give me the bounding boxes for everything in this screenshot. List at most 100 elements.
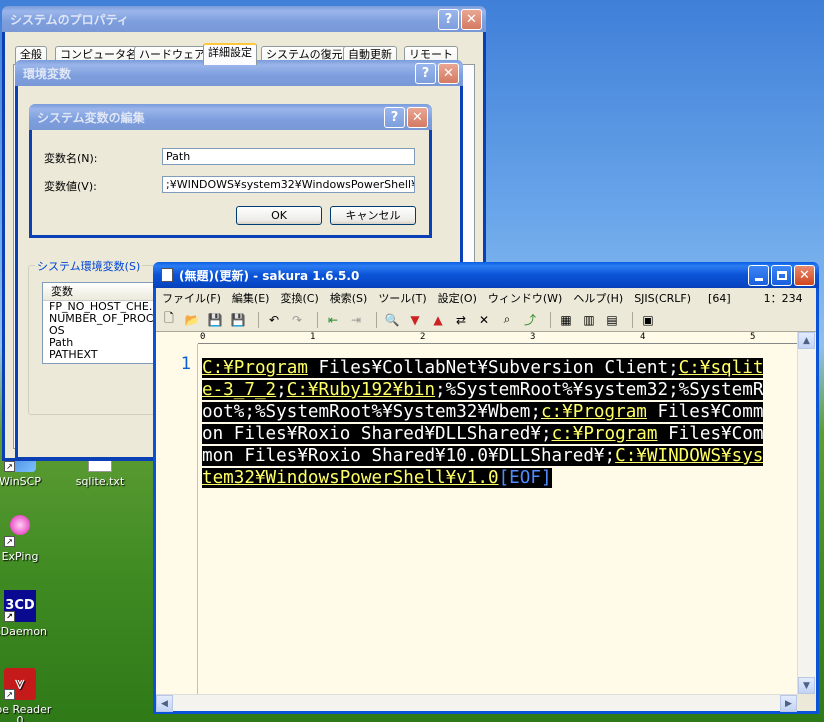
variable-name-input[interactable]: Path <box>162 148 415 165</box>
selected-text: tem32¥WindowsPowerShell¥v1.0[EOF] <box>202 468 552 488</box>
open-folder-icon[interactable]: 📂 <box>183 311 201 329</box>
menu-file[interactable]: ファイル(F) <box>162 290 221 306</box>
path-segment-link: C:¥Program <box>202 358 308 378</box>
search-down-icon[interactable]: ▼ <box>406 311 424 329</box>
close-icon: ✕ <box>412 109 423 125</box>
menu-convert[interactable]: 変換(C) <box>280 290 318 306</box>
tag-jump-icon[interactable]: ⤴ <box>521 311 539 329</box>
desktop-icon-label: sqlite.txt <box>75 475 125 488</box>
adobe-reader-icon: ⩔ ↗ <box>4 668 36 700</box>
close-button[interactable]: ✕ <box>407 106 428 128</box>
menu-window[interactable]: ウィンドウ(W) <box>488 290 562 306</box>
edit-system-variable-titlebar[interactable]: システム変数の編集 ? ✕ <box>29 104 432 130</box>
path-segment-link: e-3_7_2 <box>202 380 277 400</box>
system-properties-titlebar[interactable]: システムのプロパティ ? ✕ <box>2 6 486 32</box>
list-item[interactable]: PATHEXT <box>43 349 166 361</box>
help-icon: ? <box>444 11 453 27</box>
scroll-right-button[interactable]: ▶ <box>780 695 797 712</box>
maximize-button[interactable] <box>771 264 792 286</box>
selected-text: oot%;%SystemRoot%¥System32¥Wbem;c:¥Progr… <box>202 402 764 422</box>
cancel-button[interactable]: キャンセル <box>330 206 416 225</box>
ok-button[interactable]: OK <box>236 206 322 225</box>
new-file-icon[interactable]: 🗋 <box>160 311 178 329</box>
ruler-mark: 2 <box>420 332 426 342</box>
grep-icon[interactable]: ⌕ <box>498 311 516 329</box>
close-button[interactable]: ✕ <box>461 8 482 30</box>
code-line[interactable]: mon Files¥Roxio Shared¥10.0¥DLLShared¥;C… <box>202 445 764 467</box>
sakura-titlebar[interactable]: (無題)(更新) - sakura 1.6.5.0 ✕ <box>153 262 819 288</box>
desktop-icon-cdaemon[interactable]: 3CD↗ CDaemon <box>0 590 55 638</box>
sakura-editor-window: (無題)(更新) - sakura 1.6.5.0 ✕ ファイル(F) 編集(E… <box>153 262 819 714</box>
code-line[interactable]: tem32¥WindowsPowerShell¥v1.0[EOF] <box>202 467 763 489</box>
tab-advanced[interactable]: 詳細設定 <box>203 43 257 65</box>
desktop-icon-adobe-reader[interactable]: ⩔↗ obe Reader 0 <box>0 668 55 722</box>
selected-text: on Files¥Roxio Shared¥DLLShared¥;c:¥Prog… <box>202 424 764 444</box>
path-segment-link: C:¥WINDOWS¥sys <box>615 446 764 466</box>
minimize-button[interactable] <box>748 264 769 286</box>
close-button[interactable]: ✕ <box>794 264 815 286</box>
outline-icon[interactable]: ▦ <box>557 311 575 329</box>
jump-back-icon[interactable]: ⇤ <box>324 311 342 329</box>
notepad-icon <box>161 268 173 282</box>
close-icon: ✕ <box>466 11 477 27</box>
scroll-up-button[interactable]: ▲ <box>798 332 815 349</box>
edit-system-variable-dialog: システム変数の編集 ? ✕ 変数名(N): Path 変数値(V): ;¥WIN… <box>29 104 432 238</box>
save-icon[interactable]: 💾 <box>206 311 224 329</box>
code-text[interactable]: C:¥Program Files¥CollabNet¥Subversion Cl… <box>202 357 764 489</box>
close-button[interactable]: ✕ <box>438 62 459 84</box>
help-button[interactable]: ? <box>384 106 405 128</box>
help-button[interactable]: ? <box>438 8 459 30</box>
desktop-icon-exping[interactable]: ↗ ExPing <box>0 515 55 563</box>
desktop-icon-label: obe Reader <box>0 703 52 716</box>
column-ruler: 0 1 2 3 4 5 <box>198 332 797 344</box>
settings-icon[interactable]: ▣ <box>639 311 657 329</box>
menu-settings[interactable]: 設定(O) <box>438 290 477 306</box>
vertical-scrollbar[interactable]: ▲ ▼ <box>797 332 816 694</box>
toolbar: 🗋 📂 💾 💾 ↶ ↷ ⇤ ⇥ 🔍 ▼ ▲ ⇄ ✕ ⌕ ⤴ ▦ ▥ ▤ ▣ <box>156 308 816 332</box>
menu-help[interactable]: ヘルプ(H) <box>573 290 623 306</box>
search-icon[interactable]: 🔍 <box>383 311 401 329</box>
save-all-icon[interactable]: 💾 <box>229 311 247 329</box>
minimize-icon <box>754 277 763 281</box>
shortcut-arrow-icon: ↗ <box>4 611 15 622</box>
selected-text: C:¥Program Files¥CollabNet¥Subversion Cl… <box>202 358 764 378</box>
system-variables-list[interactable]: 変数 FP_NO_HOST_CHE... NUMBER_OF_PROC... O… <box>42 282 167 364</box>
jump-forward-icon[interactable]: ⇥ <box>347 311 365 329</box>
path-text: Files¥CollabNet¥Subversion Client; <box>307 358 679 378</box>
code-line[interactable]: e-3_7_2;C:¥Ruby192¥bin;%SystemRoot%¥syst… <box>202 379 764 401</box>
code-line[interactable]: oot%;%SystemRoot%¥System32¥Wbem;c:¥Progr… <box>202 401 764 423</box>
desktop-icon-label: CDaemon <box>0 625 48 638</box>
selected-text: mon Files¥Roxio Shared¥10.0¥DLLShared¥;C… <box>202 446 764 466</box>
daemon-tools-icon: 3CD ↗ <box>4 590 36 622</box>
menu-search[interactable]: 検索(S) <box>330 290 368 306</box>
code-line[interactable]: C:¥Program Files¥CollabNet¥Subversion Cl… <box>202 357 764 379</box>
redo-icon[interactable]: ↷ <box>288 311 306 329</box>
code-line[interactable]: on Files¥Roxio Shared¥DLLShared¥;c:¥Prog… <box>202 423 764 445</box>
text-edit-area[interactable]: 0 1 2 3 4 5 1 C:¥Program Files¥CollabNet… <box>156 332 797 694</box>
menu-tools[interactable]: ツール(T) <box>378 290 426 306</box>
horizontal-scrollbar[interactable]: ◀ ▶ <box>156 694 797 712</box>
shortcut-arrow-icon: ↗ <box>4 689 15 700</box>
replace-icon[interactable]: ⇄ <box>452 311 470 329</box>
diff-icon[interactable]: ▤ <box>603 311 621 329</box>
toolbar-separator <box>632 311 633 328</box>
search-up-icon[interactable]: ▲ <box>429 311 447 329</box>
ruler-mark: 0 <box>200 332 206 342</box>
desktop-icon-label: WinSCP <box>0 475 41 488</box>
mark-clear-icon[interactable]: ✕ <box>475 311 493 329</box>
list-column-header[interactable]: 変数 <box>43 283 166 301</box>
variable-value-input[interactable]: ;¥WINDOWS¥system32¥WindowsPowerShell¥v1.… <box>162 176 415 193</box>
undo-icon[interactable]: ↶ <box>265 311 283 329</box>
menu-edit[interactable]: 編集(E) <box>232 290 270 306</box>
desktop-icon-sublabel: 0 <box>16 714 24 722</box>
help-button[interactable]: ? <box>415 62 436 84</box>
system-variables-group: システム環境変数(S) 変数 FP_NO_HOST_CHE... NUMBER_… <box>28 258 167 415</box>
ruler-mark: 1 <box>310 332 316 342</box>
eof-marker: [EOF] <box>498 468 552 488</box>
scroll-left-button[interactable]: ◀ <box>156 695 173 712</box>
ruler-mark: 4 <box>640 332 646 342</box>
maximize-icon <box>776 270 787 280</box>
scroll-down-button[interactable]: ▼ <box>798 677 815 694</box>
help-icon: ? <box>421 65 430 81</box>
compare-icon[interactable]: ▥ <box>580 311 598 329</box>
